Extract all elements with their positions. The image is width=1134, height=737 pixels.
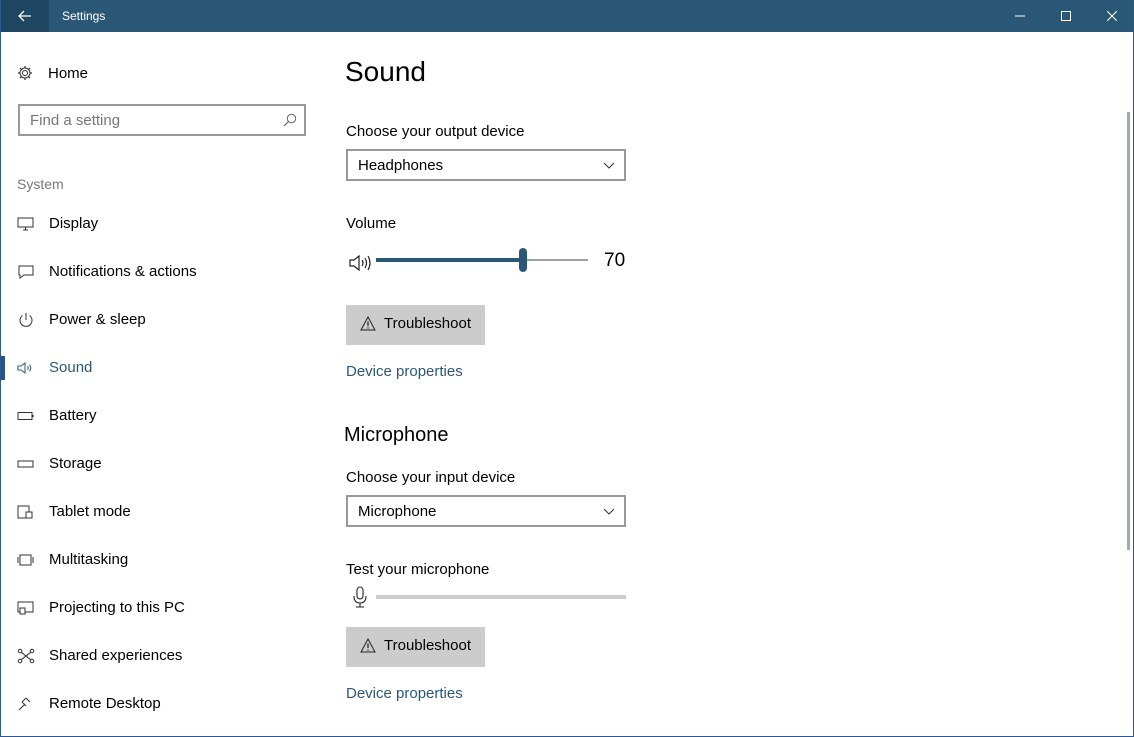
sidebar-item-label: Tablet mode [49, 503, 131, 520]
sidebar: Home System Display Notifications & acti… [1, 32, 321, 736]
sidebar-item-notifications[interactable]: Notifications & actions [1, 252, 321, 292]
search-icon[interactable] [283, 113, 297, 127]
minimize-icon [1015, 15, 1025, 17]
volume-icon[interactable] [349, 254, 373, 272]
sidebar-item-sound[interactable]: Sound [1, 348, 321, 388]
maximize-button[interactable] [1043, 0, 1089, 32]
sidebar-item-multitasking[interactable]: Multitasking [1, 540, 321, 580]
sidebar-item-label: Battery [49, 407, 97, 424]
main-content: Sound Choose your output device Headphon… [321, 32, 1121, 736]
search-box[interactable] [18, 104, 306, 136]
back-arrow-icon [18, 10, 31, 22]
output-device-label: Choose your output device [346, 123, 525, 140]
sidebar-item-label: Projecting to this PC [49, 599, 185, 616]
input-device-value: Microphone [358, 503, 437, 520]
test-microphone-label: Test your microphone [346, 561, 490, 578]
input-device-properties-link[interactable]: Device properties [346, 685, 463, 702]
notifications-icon [18, 265, 34, 279]
troubleshoot-microphone-button[interactable]: Troubleshoot [346, 627, 485, 667]
microphone-icon [353, 586, 367, 608]
sidebar-item-label: Multitasking [49, 551, 129, 568]
microphone-section-title: Microphone [344, 424, 449, 446]
input-device-label: Choose your input device [346, 469, 516, 486]
sidebar-item-label: Sound [49, 359, 93, 376]
page-title: Sound [345, 56, 426, 87]
projecting-icon [17, 601, 34, 615]
battery-icon [17, 412, 34, 420]
sidebar-item-label: Notifications & actions [49, 263, 197, 280]
chevron-down-icon [603, 508, 615, 515]
maximize-icon [1061, 11, 1071, 21]
input-device-dropdown[interactable]: Microphone [346, 495, 626, 527]
display-icon [17, 217, 34, 231]
close-button[interactable] [1089, 0, 1133, 32]
sidebar-item-power[interactable]: Power & sleep [1, 300, 321, 340]
volume-value: 70 [604, 250, 626, 271]
remote-desktop-icon [18, 697, 31, 711]
settings-window: Settings Home System [0, 0, 1134, 737]
search-input[interactable] [30, 111, 280, 129]
gear-icon [18, 66, 32, 80]
power-icon [19, 313, 33, 327]
multitasking-icon [17, 554, 34, 566]
troubleshoot-output-button[interactable]: Troubleshoot [346, 305, 485, 345]
minimize-button[interactable] [997, 0, 1043, 32]
storage-icon [17, 460, 34, 468]
volume-slider-fill [376, 258, 519, 262]
output-device-properties-link[interactable]: Device properties [346, 363, 463, 380]
home-nav-item[interactable]: Home [17, 62, 88, 84]
tablet-icon [17, 505, 33, 519]
volume-slider-thumb[interactable] [519, 248, 527, 272]
sidebar-item-label: Remote Desktop [49, 695, 161, 712]
troubleshoot-label: Troubleshoot [384, 315, 471, 332]
sidebar-item-tablet-mode[interactable]: Tablet mode [1, 492, 321, 532]
scrollbar[interactable] [1127, 112, 1130, 550]
close-icon [1107, 11, 1117, 21]
volume-slider[interactable] [376, 248, 588, 272]
volume-label: Volume [346, 215, 397, 232]
title-bar: Settings [1, 0, 1133, 32]
sidebar-item-remote-desktop[interactable]: Remote Desktop [1, 684, 321, 724]
sidebar-item-battery[interactable]: Battery [1, 396, 321, 436]
warning-icon [360, 638, 376, 653]
output-device-value: Headphones [358, 157, 444, 174]
back-button[interactable] [1, 0, 49, 32]
microphone-level-meter [376, 595, 626, 599]
sidebar-item-storage[interactable]: Storage [1, 444, 321, 484]
sidebar-item-projecting[interactable]: Projecting to this PC [1, 588, 321, 628]
sidebar-item-label: Power & sleep [49, 311, 146, 328]
troubleshoot-label: Troubleshoot [384, 637, 471, 654]
window-title: Settings [62, 9, 106, 23]
warning-icon [360, 316, 376, 331]
sidebar-item-shared-experiences[interactable]: Shared experiences [1, 636, 321, 676]
section-label-system: System [17, 176, 64, 192]
home-label: Home [48, 64, 89, 82]
speaker-icon [17, 362, 32, 374]
chevron-down-icon [603, 162, 615, 169]
output-device-dropdown[interactable]: Headphones [346, 149, 626, 181]
sidebar-item-label: Shared experiences [49, 647, 183, 664]
sidebar-item-label: Display [49, 215, 99, 232]
shared-icon [17, 648, 35, 664]
sidebar-item-display[interactable]: Display [1, 204, 321, 244]
sidebar-item-label: Storage [49, 455, 102, 472]
